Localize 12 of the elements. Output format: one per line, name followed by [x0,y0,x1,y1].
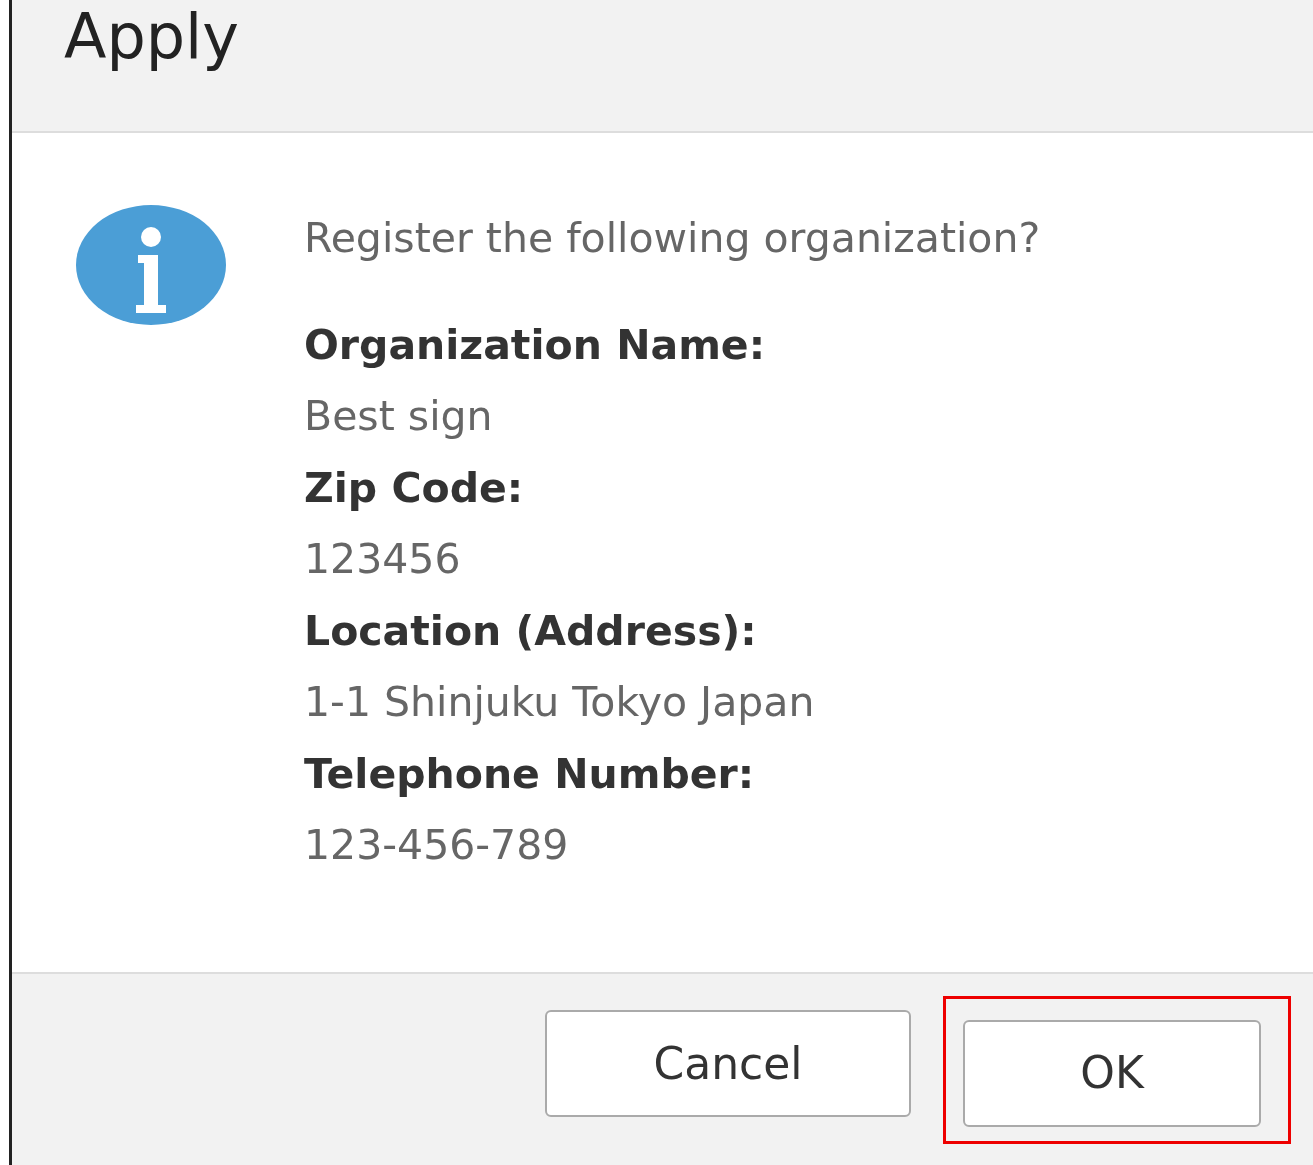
field-value: 1-1 Shinjuku Tokyo Japan [304,677,816,728]
field-label: Organization Name: [304,319,767,371]
cancel-button[interactable]: Cancel [545,1010,911,1117]
confirm-message: Register the following organization? [304,213,1041,264]
field-label: Zip Code: [304,462,525,514]
field-label: Location (Address): [304,605,758,657]
ok-button[interactable]: OK [963,1019,1261,1127]
field-value: Best sign [304,391,494,442]
field-label: Telephone Number: [304,748,756,800]
info-icon [76,205,226,325]
field-value: 123456 [304,534,462,585]
field-value: 123-456-789 [304,820,570,871]
